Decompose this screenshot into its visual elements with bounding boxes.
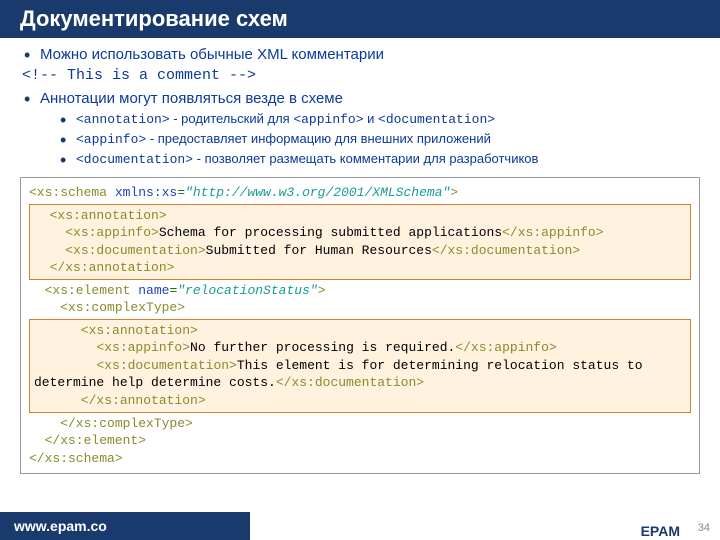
tag-open: <xs:schema <box>29 185 107 200</box>
footer-brand: EPAM <box>641 524 680 538</box>
code-line: </xs:element> <box>29 432 691 450</box>
sub-bullet-appinfo: <appinfo> - предоставляет информацию для… <box>58 131 698 147</box>
tag: </xs:documentation> <box>276 375 424 390</box>
attr-value: "http://www.w3.org/2001/XMLSchema" <box>185 185 450 200</box>
tag: </xs:appinfo> <box>455 340 556 355</box>
text-content: Schema for processing submitted applicat… <box>159 225 502 240</box>
sub-bullet-documentation: <documentation> - позволяет размещать ко… <box>58 151 698 167</box>
tag: <xs:documentation> <box>34 243 206 258</box>
code-line: </xs:annotation> <box>34 259 686 277</box>
slide-body: Можно использовать обычные XML комментар… <box>0 38 720 167</box>
text: и <box>364 111 379 126</box>
footer-url: www.epam.co <box>0 512 250 540</box>
bullet-2: Аннотации могут появляться везде в схеме <box>22 90 698 107</box>
page-number: 34 <box>698 522 710 534</box>
code-example: <xs:schema xmlns:xs="http://www.w3.org/2… <box>20 177 700 474</box>
code-line: <xs:complexType> <box>29 299 691 317</box>
code-line: </xs:schema> <box>29 450 691 468</box>
code-tag: <documentation> <box>76 152 193 167</box>
code-tag: <appinfo> <box>293 112 363 127</box>
code-line: <xs:annotation> <box>34 322 686 340</box>
text: - родительский для <box>170 111 294 126</box>
code-tag: <annotation> <box>76 112 170 127</box>
attr-value: "relocationStatus" <box>177 283 317 298</box>
code-tag: <documentation> <box>378 112 495 127</box>
tag: </xs:documentation> <box>432 243 580 258</box>
highlighted-annotation-2: <xs:annotation> <xs:appinfo>No further p… <box>29 319 691 413</box>
tag-open: <xs:element <box>29 283 130 298</box>
tag-close: > <box>318 283 326 298</box>
footer: www.epam.co EPAM 34 <box>0 512 720 540</box>
xml-comment-example: <!-- This is a comment --> <box>22 67 698 84</box>
tag: <xs:documentation> <box>34 358 237 373</box>
text: - предоставляет информацию для внешних п… <box>146 131 491 146</box>
code-line: </xs:annotation> <box>34 392 686 410</box>
text-content: No further processing is required. <box>190 340 455 355</box>
text-content: Submitted for Human Resources <box>206 243 432 258</box>
tag-close: > <box>450 185 458 200</box>
slide-title: Документирование схем <box>0 0 720 38</box>
sub-bullet-annotation: <annotation> - родительский для <appinfo… <box>58 111 698 127</box>
code-line: <xs:annotation> <box>34 207 686 225</box>
tag: <xs:appinfo> <box>34 225 159 240</box>
attr-name: xmlns:xs <box>107 185 177 200</box>
attr-name: name <box>130 283 169 298</box>
bullet-1: Можно использовать обычные XML комментар… <box>22 46 698 63</box>
highlighted-annotation-1: <xs:annotation> <xs:appinfo>Schema for p… <box>29 204 691 280</box>
tag: </xs:appinfo> <box>502 225 603 240</box>
eq: = <box>177 185 185 200</box>
code-line: </xs:complexType> <box>29 415 691 433</box>
tag: <xs:appinfo> <box>34 340 190 355</box>
code-tag: <appinfo> <box>76 132 146 147</box>
text: - позволяет размещать комментарии для ра… <box>193 151 538 166</box>
